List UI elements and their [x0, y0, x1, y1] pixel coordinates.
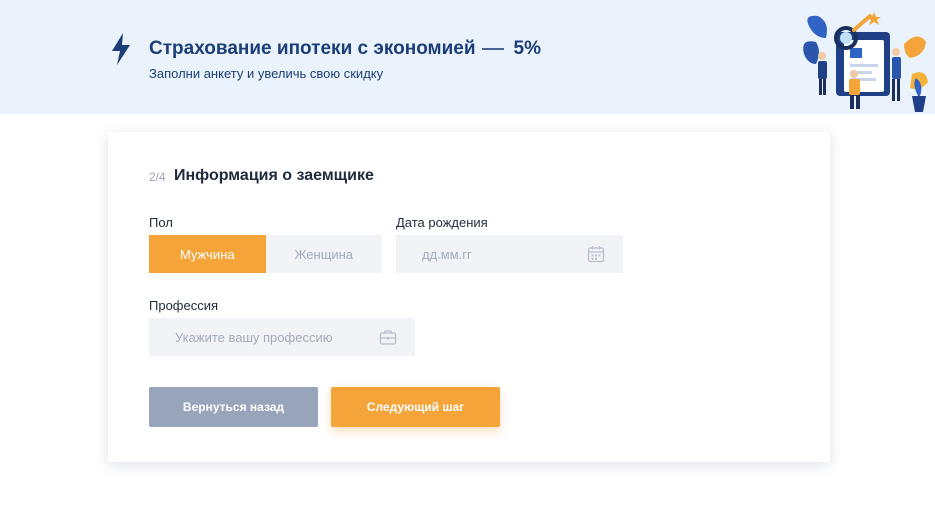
birthdate-field — [396, 235, 623, 273]
borrower-form-card: 2/4 Информация о заемщике Пол Мужчина Же… — [108, 132, 830, 462]
profession-input[interactable] — [149, 329, 371, 345]
discount-value: 5% — [513, 38, 542, 59]
briefcase-icon — [379, 330, 397, 345]
form-title: Информация о заемщике — [174, 167, 374, 184]
title-dash — [481, 48, 504, 50]
gender-option-female[interactable]: Женщина — [265, 235, 382, 273]
hero-title-text: Страхование ипотеки с экономией — [149, 38, 476, 59]
back-button[interactable]: Вернуться назад — [149, 387, 318, 427]
birthdate-input[interactable] — [396, 246, 579, 262]
next-step-button[interactable]: Следующий шаг — [331, 387, 500, 427]
gender-option-male[interactable]: Мужчина — [149, 235, 266, 273]
hero-subtitle: Заполни анкету и увеличь свою скидку — [149, 66, 384, 81]
profession-label: Профессия — [149, 298, 219, 313]
calendar-icon[interactable] — [587, 245, 605, 263]
hero-title: Страхование ипотеки с экономией 5% — [149, 38, 541, 60]
insurance-illustration — [803, 12, 928, 112]
step-indicator: 2/4 — [149, 170, 166, 184]
birthdate-label: Дата рождения — [396, 215, 488, 230]
hero-banner: Страхование ипотеки с экономией 5% Запол… — [0, 0, 935, 114]
lightning-icon — [112, 33, 130, 65]
gender-toggle: Мужчина Женщина — [149, 235, 382, 273]
profession-field — [149, 318, 415, 356]
gender-label: Пол — [149, 215, 173, 230]
